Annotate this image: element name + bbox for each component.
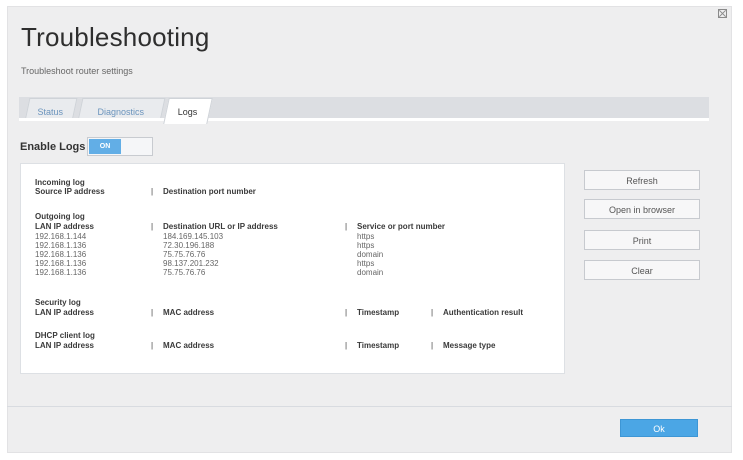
outgoing-row-lan-ip: 192.168.1.136 — [35, 250, 87, 259]
outgoing-row-dest: 75.75.76.76 — [163, 250, 206, 259]
separator: | — [345, 222, 348, 231]
page-subtitle: Troubleshoot router settings — [21, 66, 133, 76]
incoming-header-dest-port: Destination port number — [163, 187, 256, 196]
outgoing-header-lan-ip: LAN IP address — [35, 222, 94, 231]
separator: | — [151, 222, 154, 231]
outgoing-row-lan-ip: 192.168.1.136 — [35, 259, 87, 268]
outgoing-row-service: https — [357, 241, 375, 250]
outgoing-row-service: https — [357, 232, 375, 241]
log-panel: Incoming log Source IP address | Destina… — [20, 163, 565, 374]
dhcp-log-title: DHCP client log — [35, 331, 95, 340]
outgoing-row-lan-ip: 192.168.1.136 — [35, 241, 87, 250]
print-button[interactable]: Print — [584, 230, 700, 250]
outgoing-row-dest: 75.75.76.76 — [163, 268, 206, 277]
tab-logs[interactable]: Logs — [163, 98, 213, 124]
separator: | — [345, 308, 348, 317]
outgoing-row-dest: 72.30.196.188 — [163, 241, 215, 250]
open-in-browser-button[interactable]: Open in browser — [584, 199, 700, 219]
toggle-on-indicator: ON — [89, 139, 121, 154]
separator: | — [431, 341, 434, 350]
page-title: Troubleshooting — [21, 22, 210, 52]
outgoing-header-dest-url: Destination URL or IP address — [163, 222, 278, 231]
separator: | — [431, 308, 434, 317]
dhcp-header-lan-ip: LAN IP address — [35, 341, 94, 350]
dhcp-header-mac: MAC address — [163, 341, 215, 350]
security-header-timestamp: Timestamp — [357, 308, 400, 317]
security-header-lan-ip: LAN IP address — [35, 308, 94, 317]
outgoing-row-lan-ip: 192.168.1.144 — [35, 232, 87, 241]
tab-status-label: Status — [37, 107, 64, 117]
outgoing-row-service: domain — [357, 250, 384, 259]
close-icon[interactable] — [718, 9, 727, 18]
separator: | — [151, 187, 154, 196]
incoming-log-title: Incoming log — [35, 178, 85, 187]
separator: | — [151, 308, 154, 317]
dhcp-header-timestamp: Timestamp — [357, 341, 400, 350]
refresh-button[interactable]: Refresh — [584, 170, 700, 190]
outgoing-row-service: domain — [357, 268, 384, 277]
separator: | — [151, 341, 154, 350]
clear-button[interactable]: Clear — [584, 260, 700, 280]
outgoing-row-service: https — [357, 259, 375, 268]
outgoing-log-title: Outgoing log — [35, 212, 85, 221]
enable-logs-label: Enable Logs — [20, 141, 86, 153]
dhcp-header-message-type: Message type — [443, 341, 496, 350]
separator: | — [345, 341, 348, 350]
tab-diagnostics-label: Diagnostics — [97, 107, 145, 117]
outgoing-header-service: Service or port number — [357, 222, 446, 231]
tab-divider — [19, 118, 709, 121]
enable-logs-toggle[interactable]: ON — [87, 137, 153, 156]
footer-divider — [7, 406, 732, 407]
outgoing-row-dest: 98.137.201.232 — [163, 259, 219, 268]
outgoing-row-dest: 184.169.145.103 — [163, 232, 224, 241]
tab-logs-label: Logs — [178, 107, 198, 117]
security-log-title: Security log — [35, 298, 81, 307]
security-header-auth: Authentication result — [443, 308, 524, 317]
security-header-mac: MAC address — [163, 308, 215, 317]
ok-button[interactable]: Ok — [620, 419, 698, 437]
outgoing-row-lan-ip: 192.168.1.136 — [35, 268, 87, 277]
incoming-header-source-ip: Source IP address — [35, 187, 105, 196]
